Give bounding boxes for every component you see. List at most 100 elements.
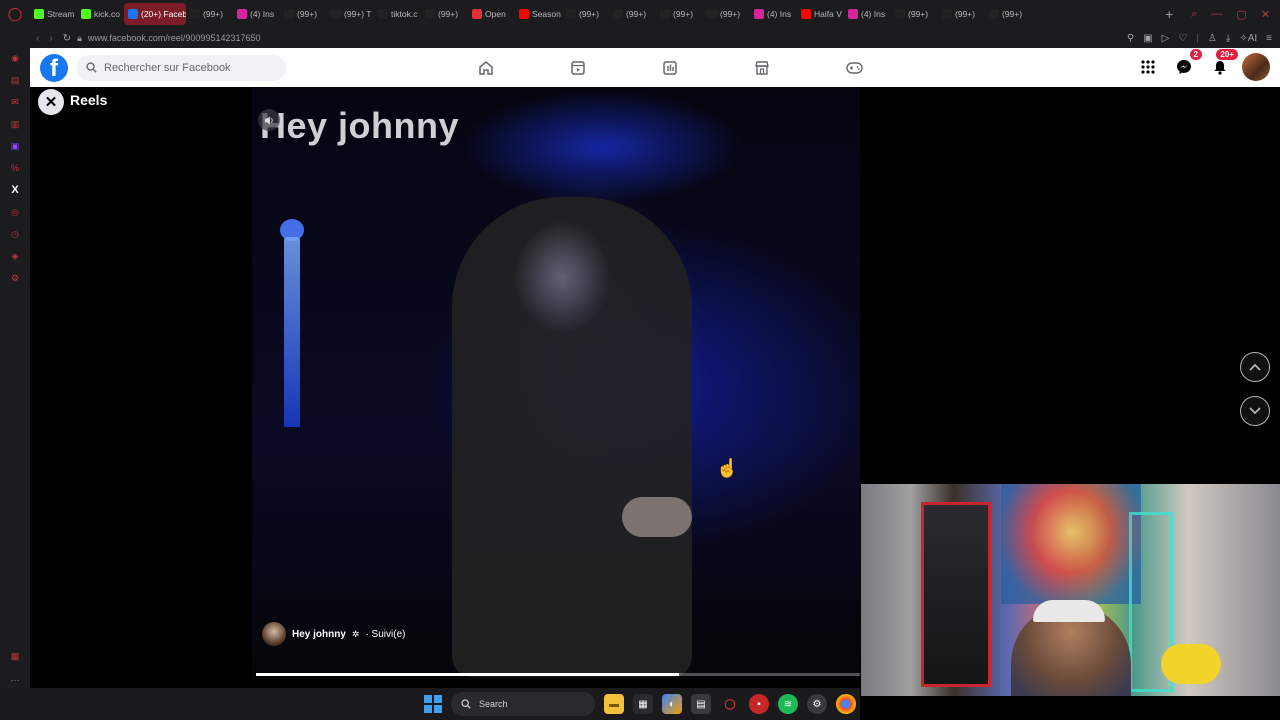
browser-tab-label: (99+) [203, 9, 224, 19]
browser-tab[interactable]: (4) Ins [750, 3, 797, 25]
minimize-button[interactable]: — [1211, 8, 1222, 21]
browser-tab[interactable]: (99+) [891, 3, 938, 25]
sidebar-music-icon[interactable]: ▥ [9, 118, 21, 130]
browser-tab[interactable]: (99+) T [327, 3, 374, 25]
nav-home[interactable] [440, 48, 532, 87]
search-tabs-icon[interactable]: ⌕ [1191, 8, 1197, 21]
browser-tab[interactable]: Season [515, 3, 562, 25]
opera-icon[interactable]: ◯ [720, 694, 740, 714]
tiktok-icon [942, 9, 952, 19]
browser-tab[interactable]: kick.co [77, 3, 124, 25]
steam-icon[interactable]: ⚙ [807, 694, 827, 714]
sidebar-extension-icon[interactable]: ▦ [9, 650, 21, 662]
reel-navigation [1240, 352, 1270, 426]
facebook-search-input[interactable]: Rechercher sur Facebook [76, 54, 286, 81]
close-reels-button[interactable]: ✕ [38, 89, 64, 115]
windows-start-icon[interactable] [424, 695, 442, 713]
play-icon[interactable]: ▷ [1162, 33, 1170, 44]
store-icon[interactable]: ▦ [633, 694, 653, 714]
nav-gaming[interactable] [808, 48, 900, 87]
author-avatar[interactable] [262, 622, 286, 646]
browser-tab[interactable]: (4) Ins [844, 3, 891, 25]
sidebar-more-icon[interactable]: ⋯ [9, 674, 21, 686]
forward-arrow-icon[interactable]: › [49, 33, 52, 44]
previous-reel-button[interactable] [1240, 352, 1270, 382]
profile-avatar[interactable] [1242, 53, 1270, 81]
browser-tab[interactable]: tiktok.c [374, 3, 421, 25]
mute-button[interactable] [258, 109, 280, 131]
taskbar-search-input[interactable]: Search [451, 692, 595, 716]
globe-icon: ✲ [351, 628, 360, 639]
download-icon[interactable]: ⤓ [1226, 33, 1230, 44]
browser-tab-label: (99+) [673, 9, 694, 19]
ai-extension-button[interactable]: ✧AI [1239, 33, 1257, 44]
video-caption: Hey johnny [260, 105, 460, 146]
browser-tab[interactable]: (99+) [562, 3, 609, 25]
recorder-icon[interactable]: ▪ [749, 694, 769, 714]
menu-button[interactable] [1134, 53, 1162, 81]
close-window-button[interactable]: ✕ [1261, 8, 1270, 21]
lock-icon[interactable]: 🔒︎ [77, 33, 82, 44]
browser-tab[interactable]: Stream [30, 3, 77, 25]
video-progress-bar[interactable] [256, 673, 860, 676]
file-explorer-icon[interactable]: ▬ [604, 694, 624, 714]
browser-tab-label: (4) Ins [861, 9, 886, 19]
nav-reels[interactable] [532, 48, 624, 87]
sidebar-aria-icon[interactable]: ◉ [9, 52, 21, 64]
chrome-icon[interactable] [836, 694, 856, 714]
sidebar-player-icon[interactable]: ◎ [9, 206, 21, 218]
grid-menu-icon [1141, 60, 1155, 74]
browser-tab[interactable]: (99+) [656, 3, 703, 25]
reel-author[interactable]: Hey johnny ✲ · Suivi(e) [262, 622, 405, 646]
browser-tab[interactable]: (99+) [186, 3, 233, 25]
tiktok-icon [331, 9, 341, 19]
sidebar-settings-icon[interactable]: ⚙ [9, 272, 21, 284]
url-field[interactable]: www.facebook.com/reel/900995142317650 [88, 33, 261, 43]
menu-icon[interactable]: ≡ [1266, 33, 1272, 44]
new-tab-button[interactable]: + [1157, 6, 1181, 22]
browser-tab[interactable]: (99+) [703, 3, 750, 25]
browser-tab-label: (4) Ins [767, 9, 792, 19]
heart-icon[interactable]: ♡ [1178, 33, 1187, 44]
snapshot-icon[interactable]: ▣ [1143, 33, 1152, 44]
back-arrow-icon[interactable]: ‹ [36, 33, 39, 44]
notifications-button[interactable]: 20+ [1206, 49, 1238, 81]
reel-video[interactable]: Hey johnny Hey johnny ✲ · Suivi(e) [252, 87, 860, 679]
browser-tab[interactable]: Haifa V [797, 3, 844, 25]
sidebar-twitch-icon[interactable]: ▣ [9, 140, 21, 152]
facebook-logo-icon[interactable]: f [40, 53, 68, 82]
maximize-button[interactable]: ▢ [1236, 8, 1246, 21]
reload-icon[interactable]: ↻ [63, 33, 71, 44]
spotify-icon[interactable]: ≋ [778, 694, 798, 714]
facebook-main-nav [440, 48, 900, 87]
browser-tab-label: (99+) T [344, 9, 372, 19]
sidebar-messenger-icon[interactable]: ✉ [9, 96, 21, 108]
next-reel-button[interactable] [1240, 396, 1270, 426]
browser-tab[interactable]: (99+) [609, 3, 656, 25]
browser-tab[interactable]: (4) Ins [233, 3, 280, 25]
pin-icon[interactable]: ⚲ [1127, 33, 1134, 44]
sidebar-x-icon[interactable]: X [9, 184, 21, 196]
sidebar-history-icon[interactable]: ◷ [9, 228, 21, 240]
calculator-icon[interactable]: ▤ [691, 694, 711, 714]
sidebar-pinboard-icon[interactable]: ◈ [9, 250, 21, 262]
messenger-button[interactable]: 2 [1170, 49, 1202, 81]
opera-logo-icon[interactable]: ◯ [0, 0, 30, 28]
nav-marketplace[interactable] [716, 48, 808, 87]
browser-tab-label: Haifa V [814, 9, 842, 19]
browser-tab[interactable]: Open [468, 3, 515, 25]
tiktok-icon [707, 9, 717, 19]
author-name[interactable]: Hey johnny [292, 629, 346, 640]
browser-tab[interactable]: (99+) [938, 3, 985, 25]
browser-tab-label: (99+) [297, 9, 318, 19]
nav-groups[interactable] [624, 48, 716, 87]
browser-tab[interactable]: (99+) [985, 3, 1032, 25]
browser-tab[interactable]: (99+) [280, 3, 327, 25]
browser-tab[interactable]: (99+) [421, 3, 468, 25]
copilot-icon[interactable]: ◐ [662, 694, 682, 714]
browser-tab[interactable]: (20+) Faceb [124, 3, 186, 25]
sidebar-shopping-icon[interactable]: ▤ [9, 74, 21, 86]
account-icon[interactable]: ♙ [1208, 33, 1217, 44]
follow-status[interactable]: · Suivi(e) [365, 629, 405, 640]
sidebar-percent-icon[interactable]: % [9, 162, 21, 174]
